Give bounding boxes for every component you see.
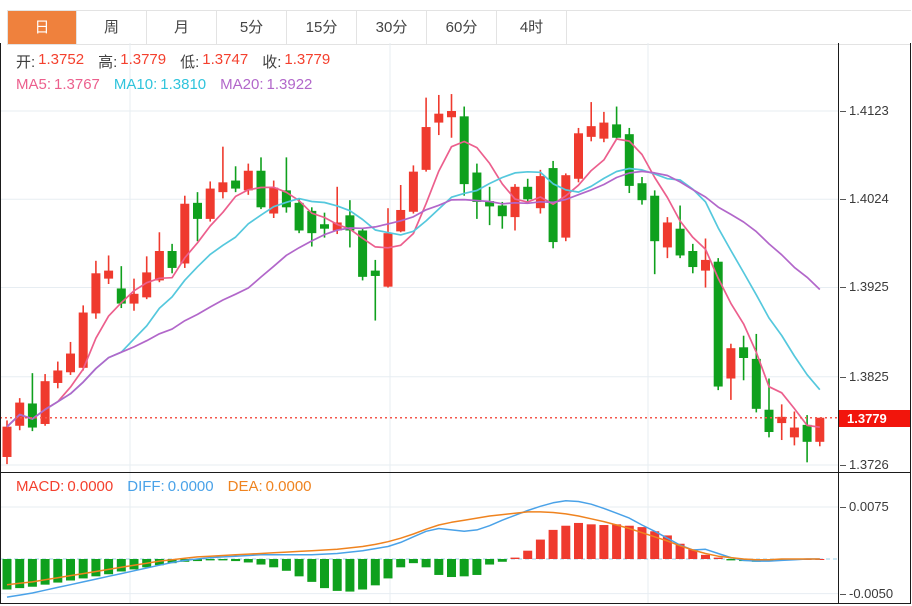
candlestick-canvas[interactable] <box>0 43 838 472</box>
candlestick-series <box>2 94 825 465</box>
price-tick: 1.3726 <box>840 457 889 473</box>
current-price-badge: 1.3779 <box>839 410 911 427</box>
high-label: 高: <box>98 54 118 71</box>
panel-divider <box>0 472 911 473</box>
macd-value: 0.0000 <box>67 478 114 495</box>
low-value: 1.3747 <box>202 51 249 68</box>
ohlc-readout: 开: 1.3752 高: 1.3779 低: 1.3747 收: 1.3779 <box>16 51 330 72</box>
tab-week[interactable]: 周 <box>77 11 147 44</box>
diff-line <box>6 500 820 598</box>
timeframe-tabbar: 日 周 月 5分 15分 30分 60分 4时 <box>7 10 911 45</box>
macd-label: MACD: <box>16 478 65 495</box>
ma20-label: MA20: <box>220 76 264 93</box>
chart-right-border <box>910 43 911 604</box>
main-price-chart[interactable]: 开: 1.3752 高: 1.3779 低: 1.3747 收: 1.3779 MA5:… <box>0 43 838 472</box>
trading-chart-app: 日 周 月 5分 15分 30分 60分 4时 开: 1.3752 高: 1.377… <box>0 0 912 606</box>
close-label: 收: <box>262 54 282 71</box>
price-tick: 1.4123 <box>840 103 889 119</box>
macd-panel[interactable]: MACD: 0.0000 DIFF: 0.0000 DEA: 0.0000 <box>0 472 838 604</box>
tab-5min[interactable]: 5分 <box>217 11 287 44</box>
tab-4hour[interactable]: 4时 <box>497 11 567 44</box>
open-value: 1.3752 <box>38 51 85 68</box>
macd-tick: 0.0075 <box>840 499 889 515</box>
dea-line <box>6 511 820 586</box>
price-tick: 1.3825 <box>840 369 889 385</box>
tab-30min[interactable]: 30分 <box>357 11 427 44</box>
ma5-label: MA5: <box>16 76 52 93</box>
main-gridlines <box>0 43 838 472</box>
diff-value: 0.0000 <box>167 478 214 495</box>
tab-15min[interactable]: 15分 <box>287 11 357 44</box>
ma20-value: 1.3922 <box>266 76 313 93</box>
chart-bottom-border <box>0 603 911 604</box>
dea-value: 0.0000 <box>265 478 312 495</box>
price-tick: 1.3925 <box>840 279 889 295</box>
price-axis: 1.4123 1.4024 1.3925 1.3825 1.3726 1.377… <box>838 43 912 604</box>
price-tick: 1.4024 <box>840 191 889 207</box>
diff-label: DIFF: <box>127 478 165 495</box>
ma-readout: MA5: 1.3767 MA10: 1.3810 MA20: 1.3922 <box>16 76 312 93</box>
chart-left-border <box>0 43 1 604</box>
high-value: 1.3779 <box>120 51 167 68</box>
ma10-value: 1.3810 <box>160 76 207 93</box>
tab-day[interactable]: 日 <box>7 11 77 44</box>
axis-divider <box>838 43 839 604</box>
ma5-value: 1.3767 <box>54 76 100 93</box>
ma10-label: MA10: <box>113 76 158 93</box>
low-label: 低: <box>180 54 200 71</box>
macd-tick: -0.0050 <box>840 586 893 602</box>
tab-60min[interactable]: 60分 <box>427 11 497 44</box>
tab-month[interactable]: 月 <box>147 11 217 44</box>
open-label: 开: <box>16 54 36 71</box>
macd-readout: MACD: 0.0000 DIFF: 0.0000 DEA: 0.0000 <box>16 478 312 495</box>
close-value: 1.3779 <box>284 51 331 68</box>
dea-label: DEA: <box>227 478 263 495</box>
